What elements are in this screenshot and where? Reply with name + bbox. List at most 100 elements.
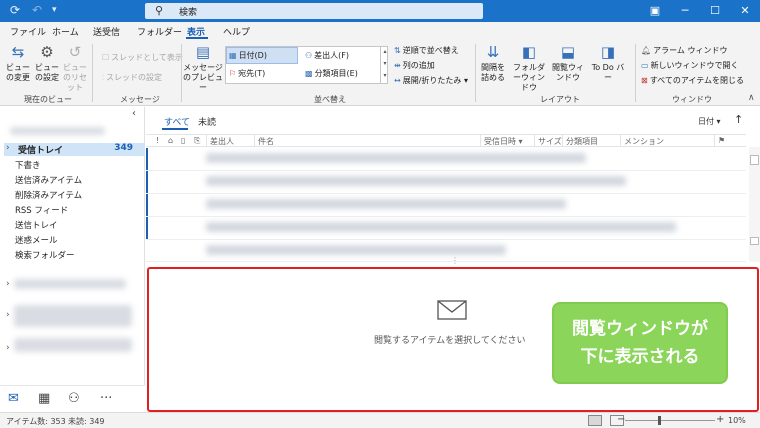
calendar-icon[interactable]: ▦ (38, 391, 50, 406)
tab-file[interactable]: ファイル (10, 25, 46, 38)
collapse-ribbon-icon[interactable]: ∧ (748, 93, 755, 103)
todo-bar-label: To Do バー (591, 63, 625, 82)
pane-splitter-handle[interactable]: ⋮ (451, 256, 459, 265)
folder-pane-button[interactable]: ◧ フォルダーウィンドウ (510, 44, 548, 93)
scrollbar-handle[interactable] (750, 237, 759, 245)
expand-collapse-button[interactable]: ↔ 展開/折りたたみ ▾ (394, 75, 468, 86)
change-view-button[interactable]: ⇆ ビューの変更 (3, 44, 33, 83)
reset-view-label: ビューのリセット (63, 63, 87, 92)
table-row[interactable] (146, 194, 746, 217)
column-mention[interactable]: メンション (624, 136, 664, 147)
open-new-window-button[interactable]: ▭ 新しいウィンドウで開く (641, 60, 739, 71)
table-row[interactable] (146, 240, 746, 262)
reminders-window-button[interactable]: 🔔︎ アラーム ウィンドウ (641, 45, 727, 56)
message-list-scrollbar[interactable] (749, 147, 760, 262)
message-preview-button[interactable]: ▤ メッセージのプレビュー (183, 44, 223, 93)
folder-sent-items[interactable]: 送信済みアイテム (15, 174, 82, 186)
undo-icon[interactable]: ↶ (32, 3, 42, 17)
close-all-items-button[interactable]: ⊠ すべてのアイテムを閉じる (641, 75, 744, 86)
icon-column-icon[interactable]: ▯ (181, 136, 185, 145)
arrange-by-to[interactable]: ⚐ 宛先(T) (229, 68, 265, 79)
zoom-slider-thumb[interactable] (658, 416, 661, 425)
column-received[interactable]: 受信日時 ▾ (484, 136, 523, 147)
column-category[interactable]: 分類項目 (566, 136, 598, 147)
scrollbar-thumb[interactable] (750, 155, 759, 165)
chevron-right-icon[interactable]: › (6, 310, 10, 320)
reset-view-button[interactable]: ↺ ビューのリセット (61, 44, 89, 93)
tab-all[interactable]: すべて (164, 115, 190, 128)
attachment-column-icon[interactable]: ⎘ (194, 136, 200, 146)
arrange-to-label: 宛先(T) (238, 69, 266, 78)
categories-icon: ▩ (305, 69, 313, 78)
gear-icon: ⚙ (40, 43, 54, 61)
reminder-column-icon[interactable]: ⌂ (168, 136, 173, 145)
arrange-by-date[interactable]: ▦ 日付(D) (229, 50, 267, 61)
sort-direction-icon[interactable]: ↑ (734, 113, 743, 126)
group-label-layout: レイアウト (540, 95, 580, 104)
arrangement-scroll[interactable]: ▴ ▾ ▾ (380, 46, 389, 84)
show-as-thread-checkbox[interactable]: ☐ スレッドとして表示 (102, 52, 183, 63)
close-icon[interactable]: ✕ (730, 2, 760, 20)
folder-inbox[interactable]: › 受信トレイ 349 (4, 143, 145, 156)
table-row[interactable] (146, 171, 746, 194)
folder-deleted-items[interactable]: 削除済みアイテム (15, 189, 82, 201)
preview-icon: ▤ (195, 43, 211, 61)
change-view-icon: ⇆ (11, 43, 25, 61)
tab-unread[interactable]: 未読 (198, 115, 216, 128)
mail-icon[interactable]: ✉ (8, 391, 19, 406)
sort-by-dropdown[interactable]: 日付 ▾ (698, 116, 721, 127)
zoom-slider[interactable] (625, 420, 715, 421)
tab-help[interactable]: ヘルプ (223, 25, 250, 38)
group-divider (181, 44, 182, 102)
column-from[interactable]: 差出人 (210, 136, 234, 147)
arrange-by-from[interactable]: ⚇ 差出人(F) (305, 50, 349, 61)
add-columns-button[interactable]: ⇹ 列の追加 (394, 60, 435, 71)
account-redacted[interactable] (14, 279, 126, 289)
thread-settings-button[interactable]: ⫶ スレッドの設定 (102, 72, 162, 83)
reading-pane-button[interactable]: ⬓ 閲覧ウィンドウ (550, 44, 586, 83)
person-icon: ⚇ (305, 51, 313, 60)
show-as-thread-label: スレッドとして表示 (111, 53, 183, 62)
folder-rss-feeds[interactable]: RSS フィード (15, 204, 68, 216)
account-redacted[interactable] (14, 305, 132, 327)
folder-search-folders[interactable]: 検索フォルダー (15, 249, 75, 261)
account-redacted[interactable] (14, 338, 132, 352)
active-tab-indicator (186, 37, 208, 39)
tab-home[interactable]: ホーム (52, 25, 79, 38)
chevron-right-icon[interactable]: › (6, 279, 10, 289)
maximize-icon[interactable]: ☐ (700, 2, 730, 20)
dropdown-icon[interactable]: ▾ (52, 5, 57, 15)
chevron-right-icon: › (6, 143, 10, 153)
ribbon-display-options-icon[interactable]: ▣ (640, 2, 670, 20)
tab-send-receive[interactable]: 送受信 (93, 25, 120, 38)
zoom-in-icon[interactable]: + (716, 414, 724, 425)
more-icon[interactable]: ··· (100, 391, 112, 406)
view-settings-button[interactable]: ⚙ ビューの設定 (33, 44, 61, 83)
search-input[interactable]: ⚲ 検索 (145, 3, 483, 19)
annotation-callout: 閲覧ウィンドウが 下に表示される (552, 302, 728, 384)
folder-junk-email[interactable]: 迷惑メール (15, 234, 58, 246)
tab-folder[interactable]: フォルダー (137, 25, 182, 38)
people-icon[interactable]: ⚇ (68, 391, 80, 406)
todo-bar-button[interactable]: ◨ To Do バー (588, 44, 628, 83)
sync-icon[interactable]: ⟳ (10, 3, 20, 17)
normal-view-icon[interactable] (588, 415, 602, 426)
conversation-spacing-button[interactable]: ⇊ 間隔を詰める (478, 44, 508, 83)
column-subject[interactable]: 件名 (258, 136, 274, 147)
unread-indicator (146, 217, 148, 239)
chevron-right-icon[interactable]: › (6, 343, 10, 353)
reverse-sort-button[interactable]: ⇅ 逆順で並べ替え (394, 45, 459, 56)
folder-outbox[interactable]: 送信トレイ (15, 219, 58, 231)
folder-drafts[interactable]: 下書き (15, 159, 41, 171)
table-row[interactable] (146, 148, 746, 171)
collapse-folder-pane-icon[interactable]: ‹ (132, 108, 136, 119)
flag-column-icon[interactable]: ⚑ (718, 136, 725, 145)
arrange-by-categories[interactable]: ▩ 分類項目(E) (305, 68, 358, 79)
column-divider (534, 135, 535, 147)
minimize-icon[interactable]: ─ (670, 2, 700, 20)
importance-column-icon[interactable]: ! (156, 136, 159, 145)
expand-collapse-label: 展開/折りたたみ (402, 76, 462, 85)
column-size[interactable]: サイズ (538, 136, 562, 147)
table-row[interactable] (146, 217, 746, 240)
zoom-level: 10% (728, 416, 746, 425)
